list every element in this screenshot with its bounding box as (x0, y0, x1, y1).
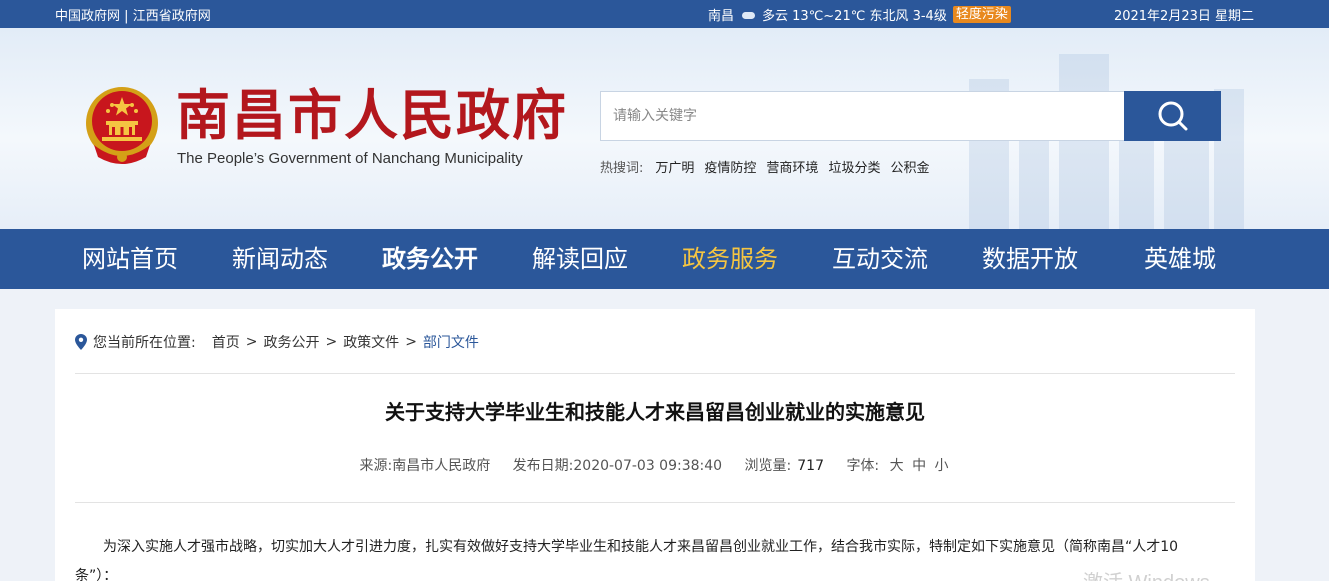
site-title[interactable]: 南昌市人民政府 (176, 85, 568, 145)
cloud-icon (740, 9, 756, 20)
breadcrumb-label: 您当前所在位置: (93, 335, 196, 351)
breadcrumb: 您当前所在位置: 首页 > 政务公开 > 政策文件 > 部门文件 (75, 332, 479, 352)
search-input[interactable] (601, 92, 1124, 140)
weather-widget: 南昌 多云 13℃~21℃ 东北风 3-4级 轻度污染 (708, 5, 1011, 24)
link-separator: | (124, 9, 129, 24)
breadcrumb-separator: > (405, 334, 417, 350)
windows-activation-watermark: 激活 Windows (1083, 566, 1210, 581)
font-size-small-button[interactable]: 小 (935, 458, 949, 474)
article-body: 为深入实施人才强市战略，切实加大人才引进力度，扎实有效做好支持大学毕业生和技能人… (75, 539, 1179, 581)
site-subtitle: The People’s Government of Nanchang Muni… (177, 150, 523, 167)
date-label: 发布日期: (512, 458, 574, 474)
nav-item-interaction[interactable]: 互动交流 (805, 229, 955, 289)
breadcrumb-separator: > (325, 334, 338, 350)
breadcrumb-gov-affairs[interactable]: 政务公开 (263, 332, 319, 352)
divider (75, 373, 1235, 374)
views-label: 浏览量: (744, 458, 792, 474)
weather-city: 南昌 (708, 9, 735, 24)
nav-item-news[interactable]: 新闻动态 (205, 229, 355, 289)
article-panel: 您当前所在位置: 首页 > 政务公开 > 政策文件 > 部门文件 关于支持大学毕… (55, 309, 1255, 581)
nav-item-open-data[interactable]: 数据开放 (955, 229, 1105, 289)
weather-text: 多云 13℃~21℃ 东北风 3-4级 (762, 9, 947, 24)
hot-word[interactable]: 疫情防控 (704, 157, 756, 176)
national-emblem-icon[interactable] (82, 83, 162, 167)
external-links: 中国政府网 | 江西省政府网 (55, 5, 211, 24)
search-icon (1158, 101, 1187, 131)
source-label: 来源: (359, 458, 393, 474)
search-box (600, 91, 1125, 141)
breadcrumb-policy-docs[interactable]: 政策文件 (343, 332, 399, 352)
hot-word[interactable]: 公积金 (890, 157, 929, 176)
link-jiangxi-gov[interactable]: 江西省政府网 (133, 9, 211, 24)
breadcrumb-home[interactable]: 首页 (212, 332, 240, 352)
top-bar: 中国政府网 | 江西省政府网 南昌 多云 13℃~21℃ 东北风 3-4级 轻度… (0, 0, 1329, 28)
hot-word[interactable]: 万广明 (655, 157, 694, 176)
nav-item-gov-services[interactable]: 政务服务 (655, 229, 805, 289)
publish-date: 2020-07-03 09:38:40 (573, 458, 723, 474)
source-value: 南昌市人民政府 (392, 458, 491, 474)
font-size-medium-button[interactable]: 中 (912, 458, 926, 474)
view-count: 717 (797, 458, 824, 474)
location-pin-icon (75, 334, 87, 350)
search-button[interactable] (1124, 91, 1221, 141)
article-meta: 来源:南昌市人民政府 发布日期:2020-07-03 09:38:40 浏览量:… (55, 455, 1255, 475)
breadcrumb-dept-docs[interactable]: 部门文件 (423, 332, 479, 352)
font-size-large-button[interactable]: 大 (890, 458, 904, 474)
article-title: 关于支持大学毕业生和技能人才来昌留昌创业就业的实施意见 (385, 400, 925, 424)
nav-item-interpretation[interactable]: 解读回应 (505, 229, 655, 289)
current-date: 2021年2月23日 星期二 (1113, 9, 1254, 24)
air-quality-badge: 轻度污染 (952, 6, 1011, 23)
hot-search-label: 热搜词: (600, 161, 644, 176)
font-size-label: 字体: (846, 458, 880, 474)
site-header: 南昌市人民政府 The People’s Government of Nanch… (0, 28, 1329, 229)
nav-item-gov-affairs[interactable]: 政务公开 (355, 229, 505, 289)
breadcrumb-separator: > (245, 334, 258, 350)
nav-item-hero-city[interactable]: 英雄城 (1105, 229, 1255, 289)
divider (75, 502, 1235, 503)
main-nav: 网站首页 新闻动态 政务公开 解读回应 政务服务 互动交流 数据开放 英雄城 (0, 229, 1329, 289)
link-china-gov[interactable]: 中国政府网 (55, 9, 120, 24)
hot-word[interactable]: 营商环境 (766, 157, 818, 176)
hot-search-words: 热搜词: 万广明 疫情防控 营商环境 垃圾分类 公积金 (600, 157, 929, 176)
hot-word[interactable]: 垃圾分类 (828, 157, 880, 176)
nav-item-home[interactable]: 网站首页 (55, 229, 205, 289)
